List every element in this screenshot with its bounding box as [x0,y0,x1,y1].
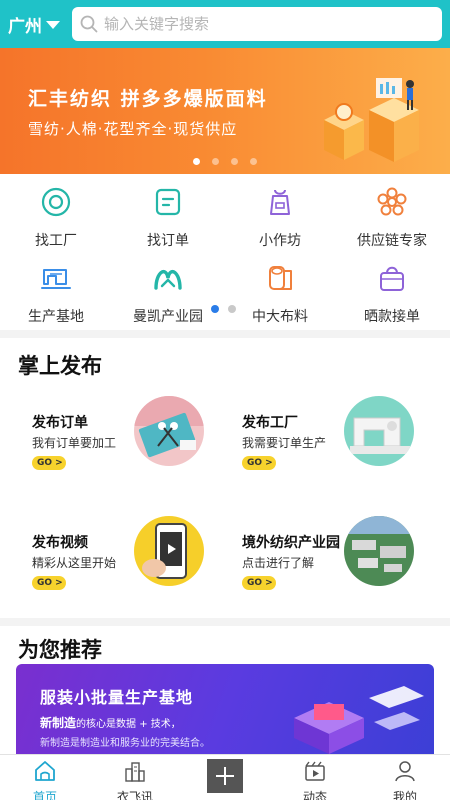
tab-dynamics[interactable]: 动态 [270,755,360,800]
recommend-banner-line1-text: 的核心是数据 + 技术， [76,719,181,730]
tab-label: 衣飞讯 [116,790,153,800]
grid-item-show-design[interactable]: 晒款接单 [336,262,448,326]
sewing-machine-image [344,396,414,466]
dropdown-arrow-icon [46,21,60,29]
grid-item-label: 供应链专家 [357,233,427,249]
grid-page-dot[interactable] [211,305,219,313]
banner-title: 汇丰纺织 拼多多爆版面料 [28,88,268,110]
app-screen: 广州 汇丰纺织 拼多多爆版面料 雪纺·人棉·花型齐全·现货供应 [0,0,450,800]
phone-video-image [134,516,204,586]
publish-factory-card[interactable]: 发布工厂 我需要订单生产 GO > [242,396,450,490]
tab-home[interactable]: 首页 [0,755,90,800]
go-button[interactable]: GO > [32,576,66,590]
grid-item-label: 曼凯产业园 [133,309,203,325]
banner-subtitle: 雪纺·人棉·花型齐全·现货供应 [28,120,238,138]
tab-label: 我的 [392,790,417,800]
grid-item-label: 小作坊 [259,233,301,249]
card-title: 发布视频 [32,535,88,551]
bottom-tab-bar: 首页 衣飞讯 动态 我的 [0,754,450,800]
card-subtitle: 我需要订单生产 [242,436,327,450]
card-title: 发布工厂 [242,415,298,431]
sewing-machine-icon [41,269,71,289]
grid-item-label: 晒款接单 [364,309,420,325]
go-button[interactable]: GO > [32,456,66,470]
publish-section: 掌上发布 发布订单 我有订单要加工 GO > 发布工厂 我需要订单生产 GO > [0,338,450,618]
plus-icon [216,767,234,785]
factory-target-icon [41,187,71,217]
banner-dot[interactable] [193,158,200,165]
banner-dot[interactable] [231,158,238,165]
banner-pagination [0,158,450,165]
card-subtitle: 点击进行了解 [242,556,315,570]
promo-banner[interactable]: 汇丰纺织 拼多多爆版面料 雪纺·人棉·花型齐全·现货供应 [0,48,450,174]
search-box[interactable] [72,7,442,41]
recommend-banner-title: 服装小批量生产基地 [40,688,194,707]
tech-illustration-icon [294,686,424,754]
category-grid: 找工厂 找订单 小作坊 供应链专家 生产基地 曼凯产业园 中大布料 晒款接单 [0,174,450,330]
grid-page-dot[interactable] [228,305,236,313]
tab-publish[interactable] [180,755,270,800]
gear-flower-icon [377,187,407,216]
apron-icon [270,189,290,215]
city-selector[interactable]: 广州 [8,12,70,37]
tab-label: 动态 [302,790,327,800]
section-title: 掌上发布 [18,354,102,378]
banner-dot[interactable] [212,158,219,165]
grid-item-find-factory[interactable]: 找工厂 [0,186,112,250]
grid-item-label: 找工厂 [35,233,77,249]
grid-item-production-base[interactable]: 生产基地 [0,262,112,326]
card-subtitle: 精彩从这里开始 [32,556,117,570]
grid-item-workshop[interactable]: 小作坊 [224,186,336,250]
city-buildings-icon [125,762,145,782]
grid-item-label: 中大布料 [252,309,308,325]
recommend-banner-line1: 新制造的核心是数据 + 技术， [40,714,181,731]
home-icon [35,761,55,781]
shopping-bag-icon [380,266,404,291]
search-icon [80,15,98,33]
section-title: 为您推荐 [18,638,102,662]
go-button[interactable]: GO > [242,456,276,470]
card-title: 发布订单 [32,415,88,431]
recommend-section: 为您推荐 服装小批量生产基地 新制造的核心是数据 + 技术， 新制造是制造业和服… [0,626,450,754]
grid-item-label: 找订单 [147,233,189,249]
mk-logo-icon [154,269,182,290]
tab-mine[interactable]: 我的 [360,755,450,800]
grid-item-find-order[interactable]: 找订单 [112,186,224,250]
isometric-illustration-icon [324,78,419,162]
grid-item-supply-expert[interactable]: 供应链专家 [336,186,448,250]
publish-order-card[interactable]: 发布订单 我有订单要加工 GO > [32,396,242,490]
top-bar: 广州 [0,0,450,48]
industrial-park-image [344,516,414,586]
recommend-banner-line2: 新制造是制造业和服务业的完美结合。 [40,738,210,749]
grid-item-zhongda-fabric[interactable]: 中大布料 [224,262,336,326]
recommend-banner[interactable]: 服装小批量生产基地 新制造的核心是数据 + 技术， 新制造是制造业和服务业的完美… [16,664,434,754]
banner-dot[interactable] [250,158,257,165]
tab-label: 首页 [32,790,57,800]
grid-item-mankai-park[interactable]: 曼凯产业园 [112,262,224,326]
city-label: 广州 [8,16,42,37]
go-button[interactable]: GO > [242,576,276,590]
recommend-banner-bold: 新制造 [40,716,77,730]
card-subtitle: 我有订单要加工 [32,436,117,450]
fabric-roll-icon [269,266,292,290]
publish-video-card[interactable]: 发布视频 精彩从这里开始 GO > [32,516,242,610]
tab-yifeixun[interactable]: 衣飞讯 [90,755,180,800]
card-title: 境外纺织产业园 [242,535,340,551]
user-icon [395,761,415,782]
grid-pagination [211,305,236,313]
tailor-tools-image [134,396,204,466]
overseas-park-card[interactable]: 境外纺织产业园 点击进行了解 GO > [242,516,450,610]
video-clapper-icon [305,761,325,781]
plus-button[interactable] [207,759,243,793]
grid-item-label: 生产基地 [28,309,84,325]
search-input[interactable] [104,15,434,33]
order-list-icon [155,188,181,216]
